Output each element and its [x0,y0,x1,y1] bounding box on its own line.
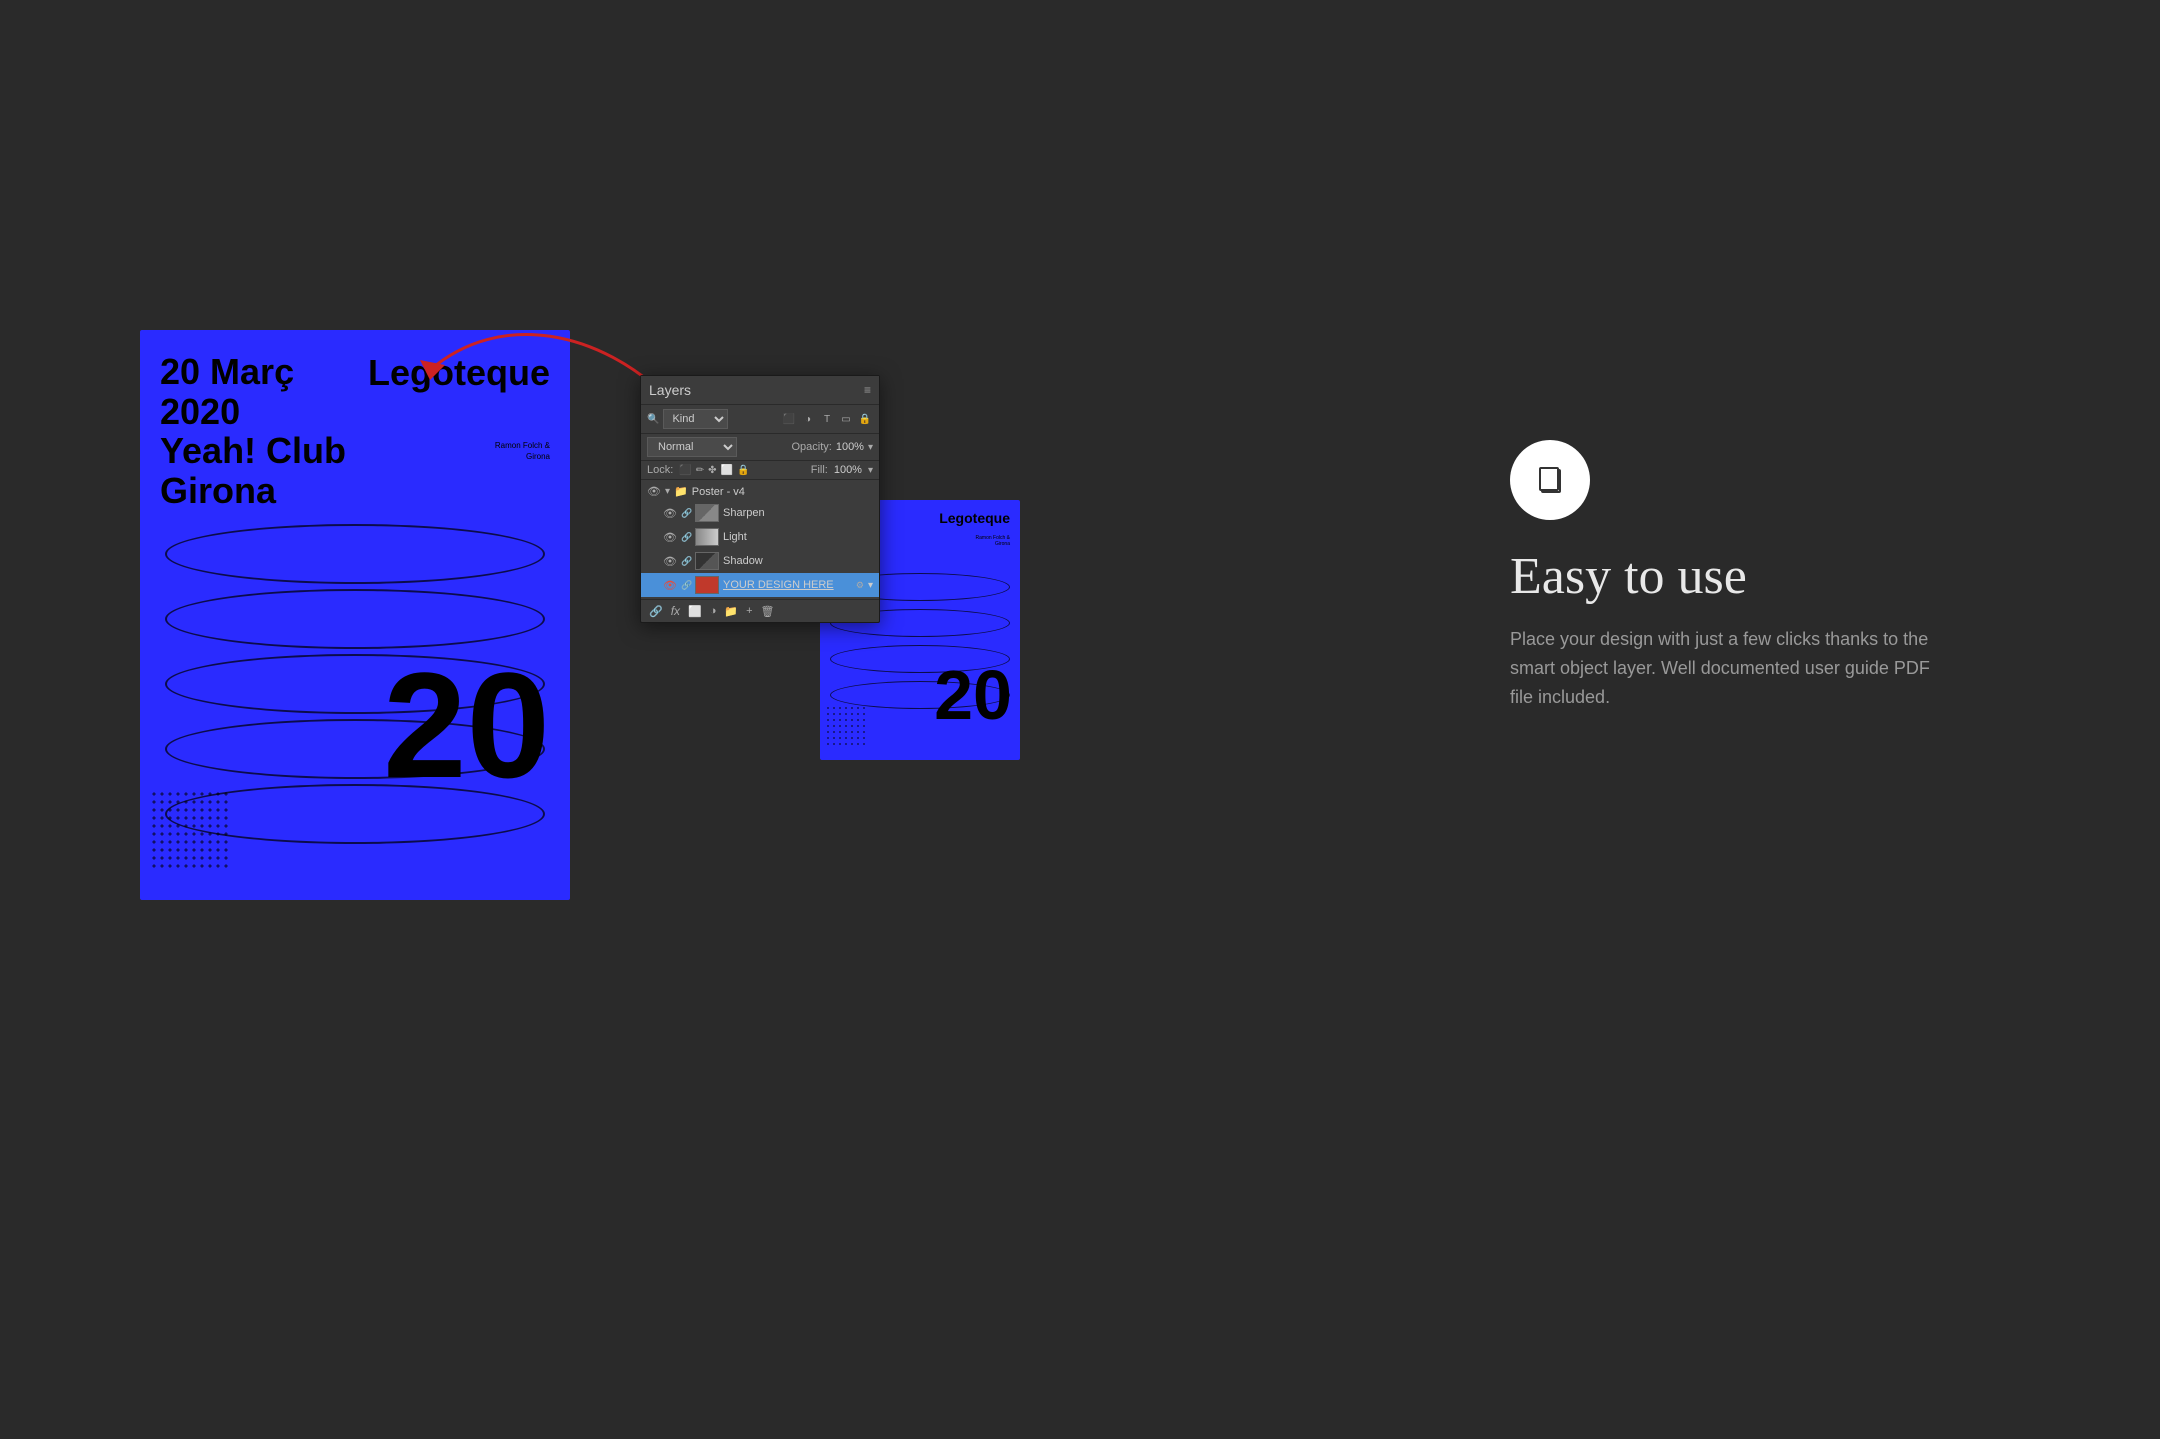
opacity-value: 100% [836,441,864,453]
fx-icon[interactable]: fx [671,604,680,618]
layers-panel: Layers ≡ 🔍 Kind ⬛ ◑ T ▭ 🔒 Normal Opacity… [640,375,880,623]
panel-search-icons: ⬛ ◑ T ▭ 🔒 [781,411,873,427]
panel-title: Layers [649,382,691,398]
sharpen-thumbnail [695,504,719,522]
smart-object-icon: ⚙ [856,580,864,591]
group-layers-icon[interactable]: 📁 [724,605,738,618]
lock-pixels-icon[interactable]: ✏ [696,465,704,476]
panel-search-row: 🔍 Kind ⬛ ◑ T ▭ 🔒 [641,405,879,434]
lock-transparent-icon[interactable]: ⬛ [679,465,691,476]
right-thumb-big-number: 20 [934,660,1012,730]
panel-menu-button[interactable]: ≡ [864,383,871,397]
link-layers-icon[interactable]: 🔗 [649,605,663,618]
right-thumb-dots [825,705,865,745]
ring-1 [165,524,545,584]
group-expand-icon[interactable]: ▾ [665,486,670,497]
smart-filter-icon[interactable]: 🔒 [857,411,873,427]
adjustment-layer-icon[interactable]: ◑ [710,605,717,617]
opacity-label: Opacity: [791,441,831,453]
pixel-filter-icon[interactable]: ⬛ [781,411,797,427]
panel-titlebar: Layers ≡ [641,376,879,405]
sharpen-eye-icon[interactable]: 👁 [663,507,677,520]
group-name: Poster - v4 [692,486,873,498]
new-layer-icon[interactable]: + [746,605,752,617]
lock-fill-row: Lock: ⬛ ✏ ✤ ⬜ 🔒 Fill: 100% ▾ [641,461,879,480]
add-mask-icon[interactable]: ⬜ [688,605,702,618]
shadow-link-icon: 🔗 [681,556,691,567]
light-thumbnail [695,528,719,546]
type-filter-icon[interactable]: T [819,411,835,427]
delete-layer-icon[interactable]: 🗑 [761,605,775,618]
shape-filter-icon[interactable]: ▭ [838,411,854,427]
blend-mode-dropdown[interactable]: Normal [647,437,737,457]
blend-mode-row: Normal Opacity: 100% ▾ [641,434,879,461]
fill-label: Fill: [811,464,828,476]
fill-value: 100% [834,464,862,476]
feature-icon-circle [1510,440,1590,520]
ring-2 [165,589,545,649]
kind-dropdown[interactable]: Kind [663,409,728,429]
poster-big-number: 20 [383,650,550,800]
adjustment-filter-icon[interactable]: ◑ [800,411,816,427]
search-magnifier-icon: 🔍 [647,414,659,425]
feature-heading: Easy to use [1510,548,1960,605]
your-design-eye-icon[interactable]: 👁 [663,579,677,592]
lock-label: Lock: [647,464,673,476]
light-link-icon: 🔗 [681,532,691,543]
shadow-eye-icon[interactable]: 👁 [663,555,677,568]
layer-row-your-design[interactable]: 👁 🔗 YOUR DESIGN HERE ⚙ ▾ [641,573,879,597]
right-thumb-title: Legoteque [939,510,1010,526]
your-design-thumbnail [695,576,719,594]
layer-row-light[interactable]: 👁 🔗 Light [641,525,879,549]
opacity-chevron-icon: ▾ [868,442,873,453]
your-design-link-icon: 🔗 [681,580,691,591]
easy-to-use-section: Easy to use Place your design with just … [1510,440,1960,712]
shadow-layer-name: Shadow [723,555,873,567]
light-eye-icon[interactable]: 👁 [663,531,677,544]
lock-position-icon[interactable]: ✤ [708,465,716,476]
lock-artboard-icon[interactable]: ⬜ [721,465,733,476]
sharpen-layer-name: Sharpen [723,507,873,519]
layer-group-row[interactable]: 👁 ▾ 📁 Poster - v4 [641,482,879,501]
feature-description: Place your design with just a few clicks… [1510,625,1930,711]
sharpen-link-icon: 🔗 [681,508,691,519]
fill-chevron-icon: ▾ [868,465,873,476]
layers-list: 👁 ▾ 📁 Poster - v4 👁 🔗 Sharpen 👁 🔗 Light … [641,480,879,599]
layers-copy-icon [1532,462,1568,498]
your-design-layer-name: YOUR DESIGN HERE [723,579,852,591]
group-folder-icon: 📁 [674,485,688,498]
panel-bottom-toolbar: 🔗 fx ⬜ ◑ 📁 + 🗑 [641,599,879,622]
layer-row-shadow[interactable]: 👁 🔗 Shadow [641,549,879,573]
layer-options-chevron-icon[interactable]: ▾ [868,580,873,591]
shadow-thumbnail [695,552,719,570]
group-eye-icon[interactable]: 👁 [647,485,661,498]
lock-all-icon[interactable]: 🔒 [737,465,749,476]
light-layer-name: Light [723,531,873,543]
dots-pattern [150,790,230,870]
lock-icons: ⬛ ✏ ✤ ⬜ 🔒 [679,465,749,476]
layer-row-sharpen[interactable]: 👁 🔗 Sharpen [641,501,879,525]
